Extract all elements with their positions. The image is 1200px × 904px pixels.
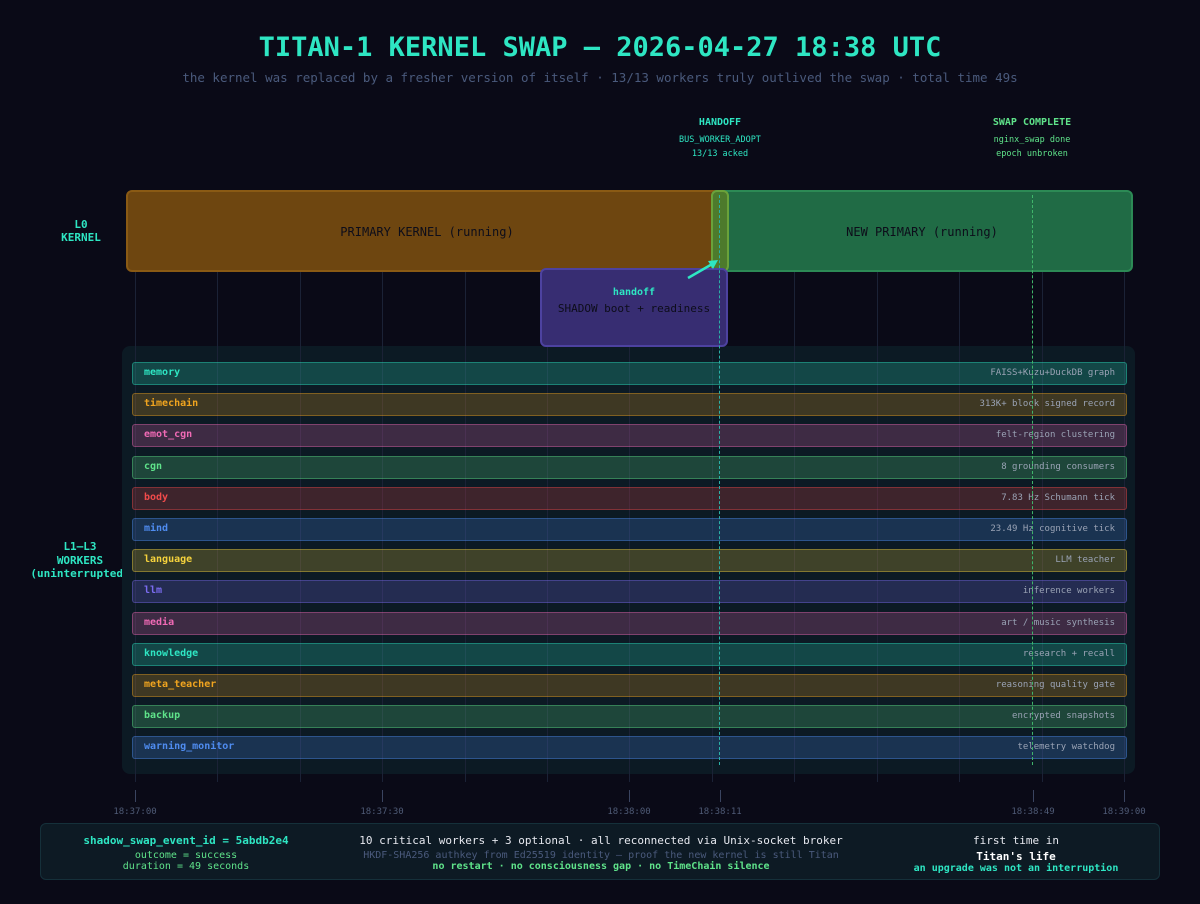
milestone-line1: first time in bbox=[972, 834, 1060, 847]
milestone-line2: Titan's life bbox=[976, 850, 1056, 863]
worker-name: memory bbox=[144, 367, 181, 378]
worker-description: felt-region clustering bbox=[995, 430, 1115, 441]
new-primary-label: NEW PRIMARY (running) bbox=[846, 225, 998, 239]
worker-name: cgn bbox=[144, 460, 163, 472]
worker-name: warning_monitor bbox=[144, 741, 235, 753]
worker-row: cgn 8 grounding consumers bbox=[132, 455, 1127, 479]
tick-label: 18:38:11 bbox=[698, 807, 742, 817]
worker-name: emot_cgn bbox=[144, 429, 193, 441]
outcome: outcome = success bbox=[134, 850, 238, 861]
shadow-bar-label: SHADOW boot + readiness bbox=[557, 302, 711, 315]
worker-description: 313K+ block signed record bbox=[979, 399, 1115, 410]
worker-description: LLM teacher bbox=[1055, 555, 1115, 566]
tick-mark bbox=[720, 790, 721, 802]
worker-description: inference workers bbox=[1022, 586, 1115, 597]
worker-description: art / music synthesis bbox=[1001, 617, 1115, 628]
worker-name: meta_teacher bbox=[144, 679, 217, 690]
summary-footer: shadow_swap_event_id = 5abdb2e4 outcome … bbox=[40, 823, 1160, 880]
tick-label: 18:39:00 bbox=[1102, 807, 1146, 817]
worker-name: llm bbox=[144, 585, 163, 597]
worker-description: reasoning quality gate bbox=[995, 680, 1115, 690]
footer-details: 10 critical workers + 3 optional · all r… bbox=[341, 834, 861, 872]
worker-description: 8 grounding consumers bbox=[1001, 461, 1115, 472]
new-primary-bar: NEW PRIMARY (running) bbox=[711, 190, 1133, 272]
tick-mark bbox=[135, 790, 136, 802]
footer-details-line1: 10 critical workers + 3 optional · all r… bbox=[359, 834, 843, 847]
handoff-arrow-icon bbox=[687, 260, 718, 280]
worker-name: mind bbox=[144, 523, 169, 534]
swap-complete-line1: nginx_swap done bbox=[993, 135, 1071, 145]
worker-row: warning_monitor telemetry watchdog bbox=[132, 736, 1127, 760]
tick-label: 18:37:00 bbox=[113, 807, 157, 817]
milestone-line3: an upgrade was not an interruption bbox=[913, 863, 1119, 874]
footer-details-line3: no restart · no consciousness gap · no T… bbox=[432, 861, 770, 872]
tick-label: 18:38:00 bbox=[607, 807, 651, 817]
kernel-lane-label-line1: L0 bbox=[74, 218, 88, 231]
swap-complete-title: SWAP COMPLETE bbox=[992, 117, 1072, 128]
primary-kernel-label: PRIMARY KERNEL (running) bbox=[340, 225, 514, 239]
duration: duration = 49 seconds bbox=[122, 861, 250, 872]
handoff-arrow-label: handoff bbox=[612, 287, 656, 298]
worker-name: body bbox=[144, 491, 169, 503]
handoff-line1: BUS_WORKER_ADOPT bbox=[679, 135, 761, 145]
worker-name: timechain bbox=[144, 398, 199, 410]
worker-row: memory FAISS+Kuzu+DuckDB graph bbox=[132, 362, 1127, 385]
worker-row: meta_teacher reasoning quality gate bbox=[132, 674, 1127, 697]
handoff-dashed-line bbox=[719, 195, 720, 765]
worker-name: language bbox=[144, 554, 193, 566]
tick-mark bbox=[1124, 790, 1125, 802]
worker-row: knowledge research + recall bbox=[132, 642, 1127, 666]
worker-name: media bbox=[144, 616, 175, 628]
worker-description: research + recall bbox=[1022, 648, 1115, 659]
worker-row: body 7.83 Hz Schumann tick bbox=[132, 486, 1127, 510]
worker-description: FAISS+Kuzu+DuckDB graph bbox=[990, 368, 1115, 378]
swap-complete-annotation: SWAP COMPLETE nginx_swap done epoch unbr… bbox=[962, 117, 1102, 159]
tick-mark bbox=[382, 790, 383, 802]
worker-row: timechain 313K+ block signed record bbox=[132, 393, 1127, 417]
kernel-lane-label: L0 KERNEL bbox=[40, 218, 122, 244]
primary-kernel-bar: PRIMARY KERNEL (running) bbox=[126, 190, 728, 272]
tick-mark bbox=[1033, 790, 1034, 802]
worker-name: knowledge bbox=[144, 647, 199, 659]
worker-description: 7.83 Hz Schumann tick bbox=[1001, 492, 1115, 503]
worker-row: llm inference workers bbox=[132, 580, 1127, 604]
worker-description: encrypted snapshots bbox=[1012, 711, 1115, 722]
footer-details-line2: HKDF-SHA256 authkey from Ed25519 identit… bbox=[363, 850, 839, 861]
event-id: shadow_swap_event_id = 5abdb2e4 bbox=[83, 834, 289, 847]
tick-mark bbox=[629, 790, 630, 802]
tick-label: 18:37:30 bbox=[360, 807, 404, 817]
page-title: TITAN-1 KERNEL SWAP — 2026-04-27 18:38 U… bbox=[258, 32, 942, 63]
worker-row: backup encrypted snapshots bbox=[132, 705, 1127, 729]
footer-event-summary: shadow_swap_event_id = 5abdb2e4 outcome … bbox=[41, 834, 331, 872]
tick-label: 18:38:49 bbox=[1011, 807, 1055, 817]
worker-name: backup bbox=[144, 710, 181, 722]
worker-row: media art / music synthesis bbox=[132, 611, 1127, 635]
swap-complete-dashed-line bbox=[1032, 195, 1033, 765]
footer-milestone: first time in Titan's life an upgrade wa… bbox=[871, 834, 1161, 874]
worker-row: language LLM teacher bbox=[132, 549, 1127, 573]
handoff-line2: 13/13 acked bbox=[691, 149, 749, 159]
worker-row: emot_cgn felt-region clustering bbox=[132, 424, 1127, 448]
handoff-annotation: HANDOFF BUS_WORKER_ADOPT 13/13 acked bbox=[650, 117, 790, 159]
worker-row: mind 23.49 Hz cognitive tick bbox=[132, 518, 1127, 541]
swap-complete-line2: epoch unbroken bbox=[996, 149, 1068, 159]
page-subtitle: the kernel was replaced by a fresher ver… bbox=[182, 70, 1018, 85]
kernel-lane-label-line2: KERNEL bbox=[61, 231, 101, 244]
worker-description: 23.49 Hz cognitive tick bbox=[990, 524, 1115, 534]
handoff-title: HANDOFF bbox=[698, 117, 742, 128]
